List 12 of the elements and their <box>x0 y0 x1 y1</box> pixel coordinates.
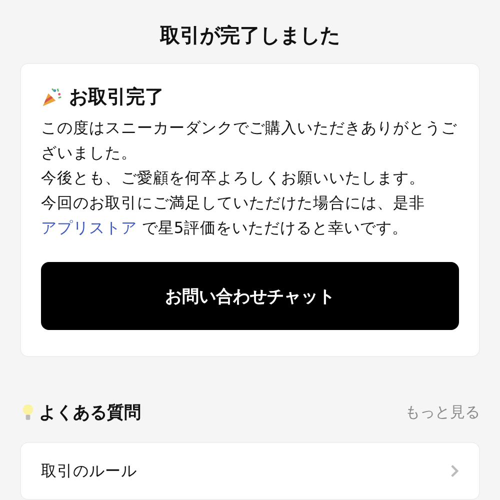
chevron-right-icon <box>450 464 459 478</box>
app-store-link[interactable]: アプリストア <box>41 219 137 237</box>
message-text: 今後とも、ご愛顧を何卒よろしくお願いいたします。 <box>41 168 426 189</box>
faq-heading: よくある質問 <box>39 402 141 424</box>
faq-item[interactable]: 取引のルール <box>20 442 480 500</box>
message-text: 今回のお取引にご満足していただけた場合には、是非 アプリストア で星5評価をいただけると幸いです。 <box>41 193 426 239</box>
card-heading: お取引完了 <box>69 85 164 110</box>
page-title: 取引が完了しました <box>158 22 341 49</box>
light-bulb-icon <box>22 402 34 422</box>
party-popper-icon <box>41 86 63 108</box>
message-text: この度はスニーカーダンクでご購入いただきありがとうございました。 <box>41 118 458 164</box>
contact-chat-button[interactable]: お問い合わせチャット <box>41 262 459 330</box>
